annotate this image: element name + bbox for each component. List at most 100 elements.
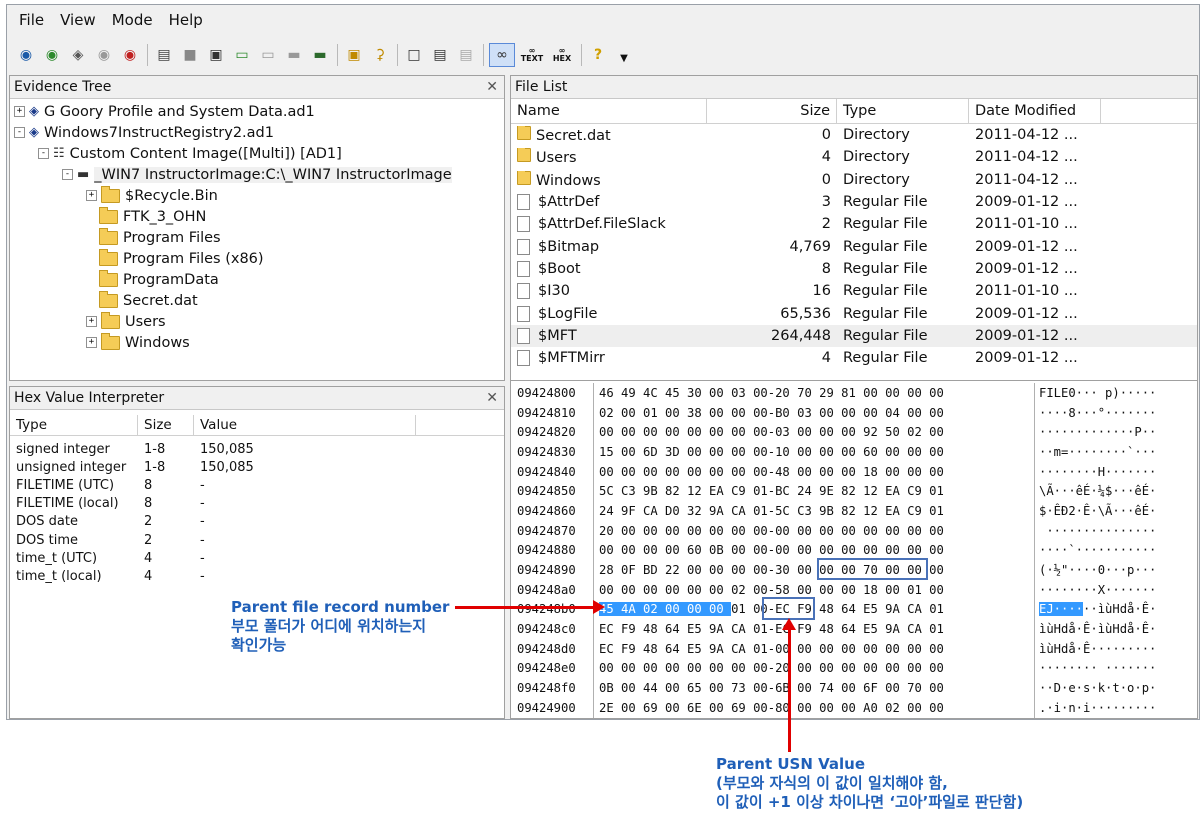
- file-row[interactable]: $Boot 8 Regular File 2009-01-12 ...: [511, 258, 1197, 280]
- menu-help[interactable]: Help: [169, 11, 203, 29]
- hex-bytes[interactable]: 00 00 00 00 00 00 00 00-03 00 00 00 92 5…: [593, 422, 1035, 443]
- column-size[interactable]: Size: [138, 415, 194, 435]
- tree-item[interactable]: + $Recycle.Bin: [14, 185, 500, 206]
- export-files-icon[interactable]: ▬: [283, 44, 305, 66]
- file-row[interactable]: $AttrDef.FileSlack 2 Regular File 2011-01-1…: [511, 213, 1197, 235]
- hex-bytes[interactable]: 46 49 4C 45 30 00 03 00-20 70 29 81 00 0…: [593, 383, 1035, 403]
- file-row[interactable]: Windows 0 Directory 2011-04-12 ...: [511, 169, 1197, 191]
- tree-item[interactable]: Program Files (x86): [14, 248, 500, 269]
- collapse-icon[interactable]: -: [14, 127, 25, 138]
- add-all-evidence-icon[interactable]: ◉: [41, 44, 63, 66]
- hex-ascii[interactable]: ····`···········: [1035, 543, 1156, 557]
- file-row[interactable]: $MFTMirr 4 Regular File 2009-01-12 ...: [511, 347, 1197, 369]
- tree-item[interactable]: Program Files: [14, 227, 500, 248]
- column-type[interactable]: Type: [10, 415, 138, 435]
- ascii-selection[interactable]: EJ····: [1039, 602, 1084, 617]
- create-disk-image-icon[interactable]: ▤: [153, 44, 175, 66]
- close-icon[interactable]: ✕: [486, 79, 498, 95]
- tree-item[interactable]: - ☷ Custom Content Image([Multi]) [AD1]: [14, 143, 500, 164]
- expand-icon[interactable]: +: [86, 316, 97, 327]
- tree-item[interactable]: + Users: [14, 311, 500, 332]
- file-row[interactable]: $LogFile 65,536 Regular File 2009-01-12 ...: [511, 302, 1197, 324]
- hex-view-icon[interactable]: ∞ HEX: [549, 44, 575, 66]
- remove-evidence-icon[interactable]: ◉: [93, 44, 115, 66]
- auto-view-icon[interactable]: ∞: [489, 43, 515, 67]
- hex-ascii[interactable]: EJ······ìùHdå·Ê·: [1035, 602, 1156, 617]
- hex-bytes[interactable]: EC F9 48 64 E5 9A CA 01-EC F9 48 64 E5 9…: [593, 619, 1035, 639]
- collapse-icon[interactable]: -: [62, 169, 73, 180]
- overflow-icon[interactable]: ▼: [613, 40, 635, 70]
- hex-bytes[interactable]: 02 00 01 00 38 00 00 00-B0 03 00 00 00 0…: [593, 402, 1035, 423]
- tree-item[interactable]: + ◈ G Goory Profile and System Data.ad1: [14, 101, 500, 122]
- hex-ascii[interactable]: (·½"····0···p···: [1035, 563, 1156, 577]
- hex-bytes[interactable]: 24 9F CA D0 32 9A CA 01-5C C3 9B 82 12 E…: [593, 501, 1035, 521]
- hex-view-panel[interactable]: 09424800 46 49 4C 45 30 00 03 00-20 70 29…: [510, 380, 1198, 719]
- hex-bytes[interactable]: 15 00 6D 3D 00 00 00 00-10 00 00 00 60 0…: [593, 442, 1035, 462]
- tree-item[interactable]: FTK_3_OHN: [14, 206, 500, 227]
- hex-bytes[interactable]: 28 0F BD 22 00 00 00 00-30 00 00 00 70 0…: [593, 560, 1035, 580]
- column-size[interactable]: Size: [707, 99, 837, 123]
- hex-ascii[interactable]: $·ÊÐ2·Ê·\Ã···êÉ·: [1035, 504, 1156, 518]
- hex-bytes[interactable]: 00 00 00 00 00 00 00 00-20 00 00 00 00 0…: [593, 658, 1035, 679]
- hex-bytes[interactable]: 20 00 00 00 00 00 00 00-00 00 00 00 00 0…: [593, 520, 1035, 541]
- hex-ascii[interactable]: ········X·······: [1035, 583, 1156, 597]
- hex-bytes[interactable]: 2E 00 69 00 6E 00 69 00-80 00 00 00 A0 0…: [593, 698, 1035, 718]
- remove-all-icon[interactable]: ◉: [119, 44, 141, 66]
- hex-ascii[interactable]: FILE0··· p)·····: [1035, 386, 1156, 400]
- hex-ascii[interactable]: ····8···°·······: [1035, 406, 1156, 420]
- hex-ascii[interactable]: \Ã···êÉ·¼$···êÉ·: [1035, 484, 1156, 498]
- detect-encryption-icon[interactable]: ▭: [257, 44, 279, 66]
- tree-item[interactable]: - ▬ _WIN7 InstructorImage:C:\_WIN7 Instruc…: [14, 164, 500, 185]
- menu-file[interactable]: File: [19, 11, 44, 29]
- hex-ascii[interactable]: ìùHdå·Ê·ìùHdå·Ê·: [1035, 622, 1156, 636]
- file-row[interactable]: $I30 16 Regular File 2011-01-10 ...: [511, 280, 1197, 302]
- decrypt-icon[interactable]: ▣: [343, 44, 365, 66]
- text-view-icon[interactable]: ∞ TEXT: [519, 44, 545, 66]
- menu-mode[interactable]: Mode: [112, 11, 153, 29]
- expand-icon[interactable]: +: [14, 106, 25, 117]
- add-evidence-icon[interactable]: ◉: [15, 44, 37, 66]
- hex-ascii[interactable]: .·i·n·i·········: [1035, 701, 1156, 715]
- file-row[interactable]: Users 4 Directory 2011-04-12 ...: [511, 146, 1197, 168]
- collapse-icon[interactable]: -: [38, 148, 49, 159]
- obtain-protected-files-icon[interactable]: ▭: [231, 44, 253, 66]
- menu-view[interactable]: View: [60, 11, 96, 29]
- file-row[interactable]: $AttrDef 3 Regular File 2009-01-12 ...: [511, 191, 1197, 213]
- hex-ascii[interactable]: ···············: [1035, 524, 1156, 538]
- file-row[interactable]: $Bitmap 4,769 Regular File 2009-01-12 ...: [511, 235, 1197, 257]
- export-disk-image-icon[interactable]: ■: [179, 44, 201, 66]
- column-value[interactable]: Value: [194, 415, 416, 435]
- tree-item[interactable]: - ◈ Windows7InstructRegistry2.ad1: [14, 122, 500, 143]
- hex-ascii[interactable]: ìùHdå·Ê·········: [1035, 642, 1156, 656]
- tree-item[interactable]: ProgramData: [14, 269, 500, 290]
- column-type[interactable]: Type: [837, 99, 969, 123]
- hex-bytes[interactable]: EC F9 48 64 E5 9A CA 01-00 00 00 00 00 0…: [593, 638, 1035, 659]
- hex-ascii[interactable]: ········H·······: [1035, 465, 1156, 479]
- verify-drive-icon[interactable]: ▬: [309, 44, 331, 66]
- hex-ascii[interactable]: ········ ·······: [1035, 661, 1156, 675]
- tree-item[interactable]: Secret.dat: [14, 290, 500, 311]
- close-icon[interactable]: ✕: [486, 390, 498, 406]
- hex-selection[interactable]: 45 4A 02 00 00 00: [599, 602, 732, 617]
- show-file-list-icon[interactable]: □: [403, 44, 425, 66]
- hex-ascii[interactable]: ··D·e·s·k·t·o·p·: [1035, 681, 1156, 695]
- hex-bytes[interactable]: 5C C3 9B 82 12 EA C9 01-BC 24 9E 82 12 E…: [593, 481, 1035, 502]
- file-row[interactable]: $MFT 264,448 Regular File 2009-01-12 ...: [511, 324, 1197, 347]
- image-mounting-icon[interactable]: ◈: [67, 44, 89, 66]
- capture-memory-icon[interactable]: ▣: [205, 44, 227, 66]
- tree-item[interactable]: + Windows: [14, 332, 500, 353]
- hex-bytes[interactable]: 00 00 00 00 60 0B 00 00-00 00 00 00 00 0…: [593, 540, 1035, 561]
- hex-bytes[interactable]: 00 00 00 00 00 00 00 00-48 00 00 00 18 0…: [593, 461, 1035, 482]
- column-date-modified[interactable]: Date Modified: [969, 99, 1101, 123]
- file-row[interactable]: Secret.dat 0 Directory 2011-04-12 ...: [511, 124, 1197, 146]
- hex-ascii[interactable]: ··m=········`···: [1035, 445, 1156, 459]
- expand-icon[interactable]: +: [86, 190, 97, 201]
- dir-icon[interactable]: ▤: [455, 44, 477, 66]
- properties-icon[interactable]: ⚳: [369, 44, 391, 66]
- column-name[interactable]: Name: [511, 99, 707, 123]
- report-icon[interactable]: ▤: [429, 44, 451, 66]
- hex-bytes[interactable]: 0B 00 44 00 65 00 73 00-6B 00 74 00 6F 0…: [593, 678, 1035, 698]
- hex-ascii[interactable]: ·············P··: [1035, 425, 1156, 439]
- expand-icon[interactable]: +: [86, 337, 97, 348]
- help-icon[interactable]: ?: [587, 44, 609, 66]
